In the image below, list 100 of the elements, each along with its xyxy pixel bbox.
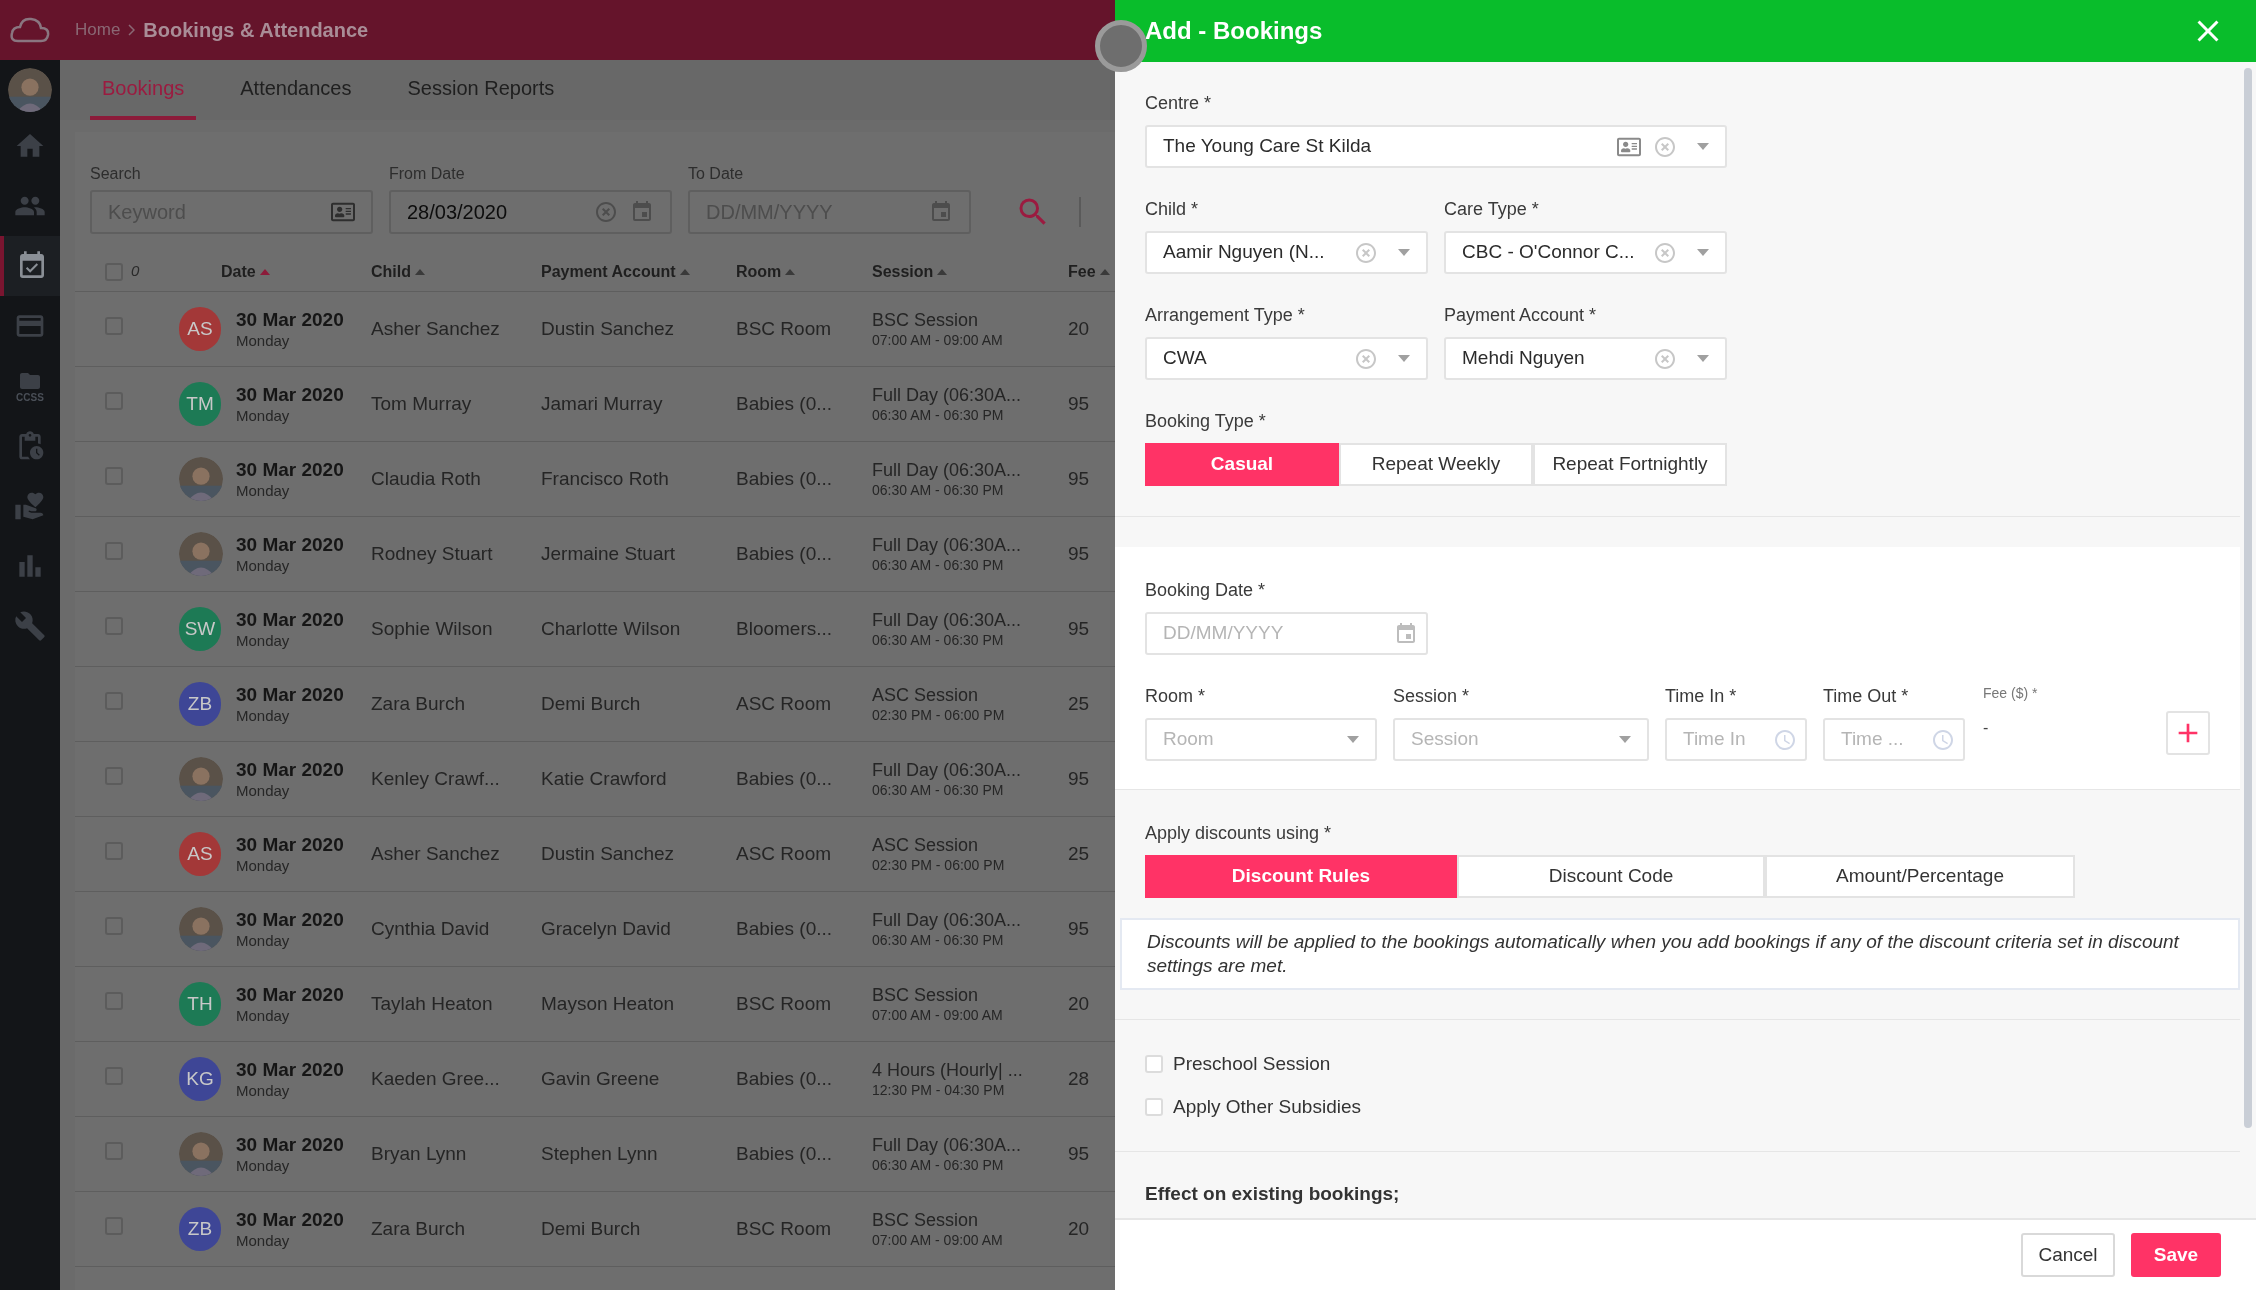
table-cell-text: 95 xyxy=(1068,916,1090,941)
weekday: Monday xyxy=(236,481,291,501)
booking-date: 30 Mar 2020 xyxy=(236,307,345,332)
table-row[interactable]: AS 30 Mar 2020 Monday Asher Sanchez Dustin Sanchez ASC Room ASC Session 02:30 PM - 06:00 PM 25 xyxy=(75,817,1115,892)
segment-option[interactable]: Repeat Weekly xyxy=(1339,443,1533,486)
segment-option[interactable]: Amount/Percentage xyxy=(1765,855,2075,898)
input-field[interactable]: Time ... xyxy=(1823,718,1965,761)
clear-icon[interactable] xyxy=(1354,346,1378,371)
save-button[interactable]: Save xyxy=(2131,1233,2221,1277)
segment-option[interactable]: Discount Rules xyxy=(1145,855,1457,898)
column-header[interactable]: Fee xyxy=(1068,259,1110,284)
input-field[interactable]: Room xyxy=(1145,718,1377,761)
booking-date: 30 Mar 2020 xyxy=(236,1207,345,1232)
field-label: Arrangement Type * xyxy=(1145,304,1306,327)
booking-date: 30 Mar 2020 xyxy=(236,907,345,932)
field-label: Centre * xyxy=(1145,92,1213,115)
scrollbar-thumb[interactable] xyxy=(2244,68,2252,1128)
clear-icon[interactable] xyxy=(1653,134,1677,159)
clear-icon[interactable] xyxy=(1653,240,1677,265)
table-cell-text: Charlotte Wilson xyxy=(541,616,682,641)
weekday: Monday xyxy=(236,856,291,876)
segment-option[interactable]: Repeat Fortnightly xyxy=(1533,443,1727,486)
table-cell-text: Sophie Wilson xyxy=(371,616,494,641)
dropdown-caret-icon xyxy=(1697,249,1709,256)
table-cell-text: 28 xyxy=(1068,1066,1090,1091)
table-row[interactable]: ZB 30 Mar 2020 Monday Zara Burch Demi Burch ASC Room ASC Session 02:30 PM - 06:00 PM 25 xyxy=(75,667,1115,742)
session-time: 06:30 AM - 06:30 PM xyxy=(872,406,1005,424)
field-label: From Date xyxy=(389,164,466,184)
table-row[interactable]: KG 30 Mar 2020 Monday Kaeden Gree... Gavin Greene Babies (0... 4 Hours (Hourly| ... 12:30 PM - 04:30 PM 28 xyxy=(75,1042,1115,1117)
input-field[interactable]: Session xyxy=(1393,718,1649,761)
avatar: TM xyxy=(179,382,221,426)
session-name: Full Day (06:30A... xyxy=(872,459,1023,482)
clear-icon[interactable] xyxy=(1653,346,1677,371)
session-time: 02:30 PM - 06:00 PM xyxy=(872,856,1006,874)
hands-icon xyxy=(14,490,46,522)
column-header[interactable]: Room xyxy=(736,259,796,284)
table-row[interactable]: TH 30 Mar 2020 Monday Taylah Heaton Mayson Heaton BSC Room BSC Session 07:00 AM - 09:00 AM 20 xyxy=(75,967,1115,1042)
wrench-icon xyxy=(14,610,46,642)
table-cell-text: BSC Room xyxy=(736,316,833,341)
fee-value: - xyxy=(1983,718,1990,738)
sidebar-item[interactable]: CCSS xyxy=(0,356,60,416)
tab[interactable]: Session Reports xyxy=(395,60,567,120)
booking-date: 30 Mar 2020 xyxy=(236,757,345,782)
session-name: Full Day (06:30A... xyxy=(872,609,1023,632)
session-name: Full Day (06:30A... xyxy=(872,534,1023,557)
table-row[interactable]: 30 Mar 2020 Monday Bryan Lynn Stephen Lynn Babies (0... Full Day (06:30A... 06:30 AM - 06:30 PM 95 xyxy=(75,1117,1115,1192)
calendar-icon[interactable] xyxy=(1394,621,1418,646)
table-row[interactable]: 30 Mar 2020 Monday Cynthia David Gracelyn David Babies (0... Full Day (06:30A... 06:30 AM - 06:30 PM 95 xyxy=(75,892,1115,967)
calendar-icon[interactable] xyxy=(630,200,654,224)
table-cell-text: 20 xyxy=(1068,316,1090,341)
select-field[interactable]: CBC - O'Connor C... xyxy=(1444,231,1727,274)
select-field[interactable]: CWA xyxy=(1145,337,1428,380)
table-row[interactable]: ZB 30 Mar 2020 Monday Zara Burch Demi Burch BSC Room BSC Session 07:00 AM - 09:00 AM 20 xyxy=(75,1192,1115,1267)
sidebar-item[interactable] xyxy=(0,236,60,296)
session-time: 06:30 AM - 06:30 PM xyxy=(872,556,1005,574)
table-row[interactable]: SW 30 Mar 2020 Monday Sophie Wilson Charlotte Wilson Bloomers... Full Day (06:30A... 06:30 AM - 06:30 PM 95 xyxy=(75,592,1115,667)
segment-option[interactable]: Discount Code xyxy=(1457,855,1765,898)
column-header[interactable]: Session xyxy=(872,259,948,284)
table-row[interactable]: 30 Mar 2020 Monday Claudia Roth Francisco Roth Babies (0... Full Day (06:30A... 06:30 AM - 06:30 PM 95 xyxy=(75,442,1115,517)
tab[interactable]: Attendances xyxy=(228,60,364,120)
clock-icon[interactable] xyxy=(1773,727,1797,752)
select-field[interactable]: The Young Care St Kilda xyxy=(1145,125,1727,168)
avatar: SW xyxy=(179,607,221,651)
select-field[interactable]: Mehdi Nguyen xyxy=(1444,337,1727,380)
booking-date: 30 Mar 2020 xyxy=(236,382,345,407)
table-cell-text: Dustin Sanchez xyxy=(541,316,676,341)
input-field[interactable]: 28/03/2020 xyxy=(389,190,672,234)
session-name: Full Day (06:30A... xyxy=(872,759,1023,782)
table-cell-text: 20 xyxy=(1068,991,1090,1016)
dropdown-caret-icon xyxy=(1697,355,1709,362)
weekday: Monday xyxy=(236,1231,291,1251)
table-cell-text: Babies (0... xyxy=(736,541,834,566)
table-cell-text: 95 xyxy=(1068,541,1090,566)
table-cell-text: Cynthia David xyxy=(371,916,491,941)
input-field[interactable]: DD/MM/YYYY xyxy=(1145,612,1428,655)
input-field[interactable]: Time In xyxy=(1665,718,1807,761)
session-time: 06:30 AM - 06:30 PM xyxy=(872,481,1005,499)
table-row[interactable]: 30 Mar 2020 Monday Kenley Crawf... Katie Crawford Babies (0... Full Day (06:30A... 06:30 AM - 06:30 PM 95 xyxy=(75,742,1115,817)
clear-icon[interactable] xyxy=(594,200,618,224)
breadcrumb-link[interactable]: Home xyxy=(75,17,121,43)
column-header[interactable]: Date xyxy=(221,259,270,284)
select-field[interactable]: Aamir Nguyen (N... xyxy=(1145,231,1428,274)
session-name: BSC Session xyxy=(872,1209,980,1232)
field-label: Search xyxy=(90,164,142,184)
clear-icon[interactable] xyxy=(1354,240,1378,265)
table-row[interactable]: 30 Mar 2020 Monday Rodney Stuart Jermaine Stuart Babies (0... Full Day (06:30A... 06:30 AM - 06:30 PM 95 xyxy=(75,517,1115,592)
segment-option[interactable]: Casual xyxy=(1145,443,1339,486)
table-row[interactable]: TM 30 Mar 2020 Monday Tom Murray Jamari Murray Babies (0... Full Day (06:30A... 06:30 AM - 06:30 PM 95 xyxy=(75,367,1115,442)
avatar: ZB xyxy=(179,682,221,726)
column-header[interactable]: Payment Account xyxy=(541,259,690,284)
clock-icon[interactable] xyxy=(1931,727,1955,752)
table-row[interactable]: AS 30 Mar 2020 Monday Asher Sanchez Dustin Sanchez BSC Room BSC Session 07:00 AM - 09:00 AM 20 xyxy=(75,292,1115,367)
avatar: ZB xyxy=(179,1207,221,1251)
cancel-button[interactable]: Cancel xyxy=(2021,1233,2115,1277)
add-button[interactable] xyxy=(2166,711,2210,755)
calendar-icon[interactable] xyxy=(929,200,953,224)
session-name: Full Day (06:30A... xyxy=(872,1134,1023,1157)
column-header[interactable]: Child xyxy=(371,259,425,284)
table-cell-text: 95 xyxy=(1068,1141,1090,1166)
weekday: Monday xyxy=(236,331,291,351)
